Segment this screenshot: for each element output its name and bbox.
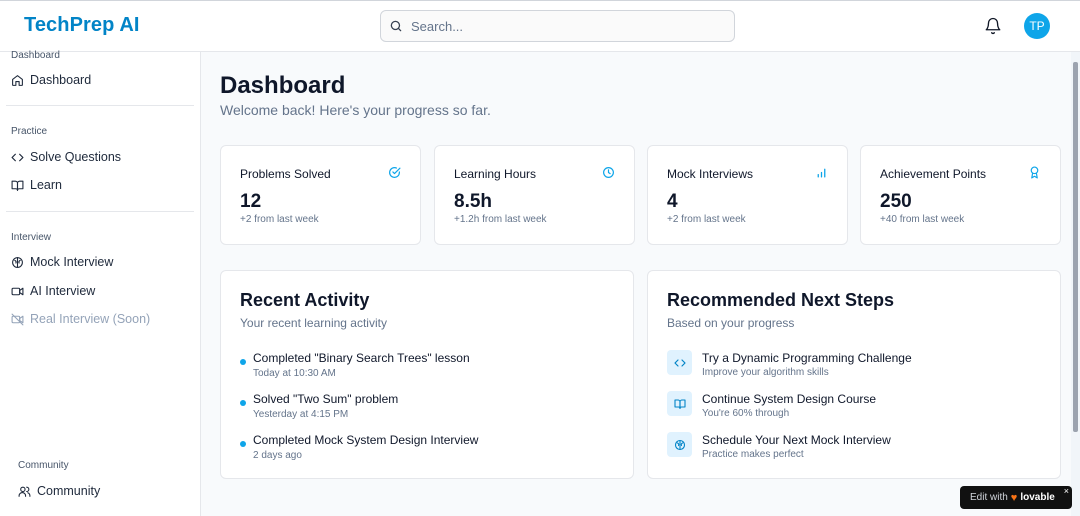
stat-delta: +2 from last week [240, 214, 319, 225]
stat-value: 250 [880, 191, 912, 212]
step-title: Schedule Your Next Mock Interview [702, 433, 891, 447]
panel-title: Recent Activity [240, 290, 370, 310]
sidebar: Dashboard Dashboard Practice Solve Quest… [0, 50, 201, 516]
code-icon [673, 358, 686, 367]
window-border [0, 0, 1080, 1]
stat-label: Achievement Points [880, 167, 987, 181]
page-title: Dashboard [220, 72, 346, 99]
sidebar-item-ai-interview[interactable]: AI Interview [11, 280, 95, 302]
activity-title: Completed "Binary Search Trees" lesson [253, 351, 470, 365]
sidebar-section-community: Community [18, 460, 69, 471]
stat-delta: +1.2h from last week [454, 214, 547, 225]
top-header: TechPrep AI TP [0, 0, 1080, 52]
sidebar-item-label: Learn [30, 178, 62, 192]
next-step-dynamic-programming[interactable]: Try a Dynamic Programming Challenge Impr… [667, 350, 1047, 380]
sidebar-section-practice: Practice [11, 126, 48, 137]
video-off-icon [11, 313, 24, 325]
badge-edit-text: Edit with [970, 492, 1008, 503]
stat-card-problems-solved: Problems Solved 12 +2 from last week [220, 145, 421, 245]
badge-brand-text: lovable [1020, 492, 1055, 503]
heart-icon: ♥ [1010, 491, 1018, 504]
stat-value: 12 [240, 191, 262, 212]
brain-icon [674, 439, 685, 450]
page-subtitle: Welcome back! Here's your progress so fa… [220, 102, 491, 118]
search-icon [390, 20, 402, 32]
activity-time: 2 days ago [253, 450, 302, 461]
stat-label: Learning Hours [454, 167, 537, 181]
activity-title: Solved "Two Sum" problem [253, 392, 399, 406]
sidebar-item-real-interview: Real Interview (Soon) [11, 308, 150, 330]
panel-subtitle: Your recent learning activity [240, 316, 387, 330]
next-steps-panel: Recommended Next Steps Based on your pro… [647, 270, 1061, 479]
sidebar-item-mock-interview[interactable]: Mock Interview [11, 251, 113, 273]
stat-card-achievement-points: Achievement Points 250 +40 from last wee… [860, 145, 1061, 245]
sidebar-section-interview: Interview [11, 232, 52, 243]
close-icon[interactable]: × [1064, 486, 1069, 496]
step-title: Try a Dynamic Programming Challenge [702, 351, 912, 365]
stat-delta: +2 from last week [667, 214, 746, 225]
list-item: Completed "Binary Search Trees" lesson T… [240, 351, 620, 381]
stat-card-mock-interviews: Mock Interviews 4 +2 from last week [647, 145, 848, 245]
search-input[interactable] [411, 18, 711, 34]
sidebar-item-label: Community [37, 484, 101, 498]
award-icon [1030, 166, 1039, 179]
search-box[interactable] [380, 10, 735, 42]
step-desc: You're 60% through [702, 408, 790, 419]
sidebar-section-dashboard: Dashboard [11, 50, 60, 61]
stat-value: 4 [667, 191, 678, 212]
list-item: Completed Mock System Design Interview 2… [240, 433, 620, 463]
activity-time: Today at 10:30 AM [253, 368, 336, 379]
stat-card-learning-hours: Learning Hours 8.5h +1.2h from last week [434, 145, 635, 245]
book-icon [11, 180, 24, 191]
step-title: Continue System Design Course [702, 392, 877, 406]
stat-label: Problems Solved [240, 167, 331, 181]
sidebar-item-label: Real Interview (Soon) [30, 312, 151, 326]
app-logo[interactable]: TechPrep AI [24, 14, 140, 37]
home-icon [12, 74, 23, 86]
activity-dot [240, 400, 246, 406]
activity-title: Completed Mock System Design Interview [253, 433, 479, 447]
check-circle-icon [389, 167, 401, 178]
panel-title: Recommended Next Steps [667, 290, 895, 310]
avatar[interactable]: TP [1024, 13, 1050, 39]
book-icon [673, 398, 686, 409]
activity-dot [240, 441, 246, 447]
activity-dot [240, 359, 246, 365]
sidebar-item-label: Dashboard [30, 73, 92, 87]
clock-icon [603, 167, 614, 178]
edit-with-lovable-badge[interactable]: Edit with ♥ lovable × [960, 486, 1072, 509]
sidebar-item-learn[interactable]: Learn [11, 174, 62, 196]
step-icon-box [667, 350, 692, 375]
sidebar-item-community[interactable]: Community [18, 480, 100, 502]
stat-label: Mock Interviews [667, 167, 754, 181]
sidebar-item-label: Mock Interview [30, 255, 114, 269]
next-step-system-design[interactable]: Continue System Design Course You're 60%… [667, 391, 1047, 421]
step-desc: Improve your algorithm skills [702, 367, 829, 378]
list-item: Solved "Two Sum" problem Yesterday at 4:… [240, 392, 620, 422]
next-step-mock-interview[interactable]: Schedule Your Next Mock Interview Practi… [667, 432, 1047, 462]
step-icon-box [667, 391, 692, 416]
sidebar-divider [6, 105, 194, 106]
stat-value: 8.5h [454, 191, 493, 212]
recent-activity-panel: Recent Activity Your recent learning act… [220, 270, 634, 479]
brain-icon [12, 256, 23, 268]
sidebar-item-solve-questions[interactable]: Solve Questions [11, 146, 121, 168]
step-icon-box [667, 432, 692, 457]
users-icon [18, 486, 31, 497]
sidebar-item-label: AI Interview [30, 284, 96, 298]
step-desc: Practice makes perfect [702, 449, 804, 460]
sidebar-item-dashboard[interactable]: Dashboard [11, 69, 91, 91]
video-icon [11, 287, 24, 295]
bar-chart-icon [817, 168, 826, 178]
sidebar-item-label: Solve Questions [30, 150, 122, 164]
bell-icon[interactable] [984, 17, 1002, 35]
main-content: Dashboard Welcome back! Here's your prog… [201, 52, 1080, 516]
sidebar-divider [6, 211, 194, 212]
activity-time: Yesterday at 4:15 PM [253, 409, 349, 420]
scrollbar-thumb[interactable] [1073, 62, 1078, 432]
stat-delta: +40 from last week [880, 214, 965, 225]
code-icon [11, 153, 24, 161]
panel-subtitle: Based on your progress [667, 316, 795, 330]
